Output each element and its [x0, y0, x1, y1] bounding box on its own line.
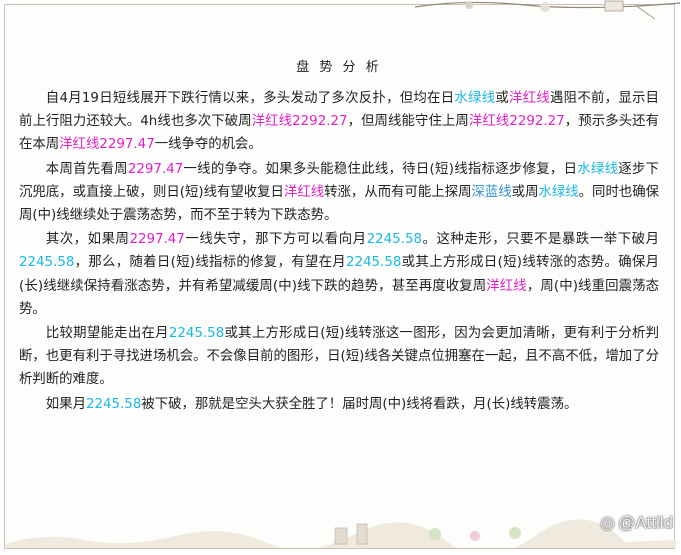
text-run: 如果月	[45, 396, 86, 412]
text-run: 一线失守，那下方可以看向月	[184, 232, 367, 248]
highlight-text: 洋红线	[283, 184, 325, 200]
highlight-text: 水绿线	[454, 91, 496, 106]
highlight-text: 水绿线	[577, 161, 619, 177]
paragraph: 比较期望能走出在月2245.58或其上方形成日(短)线转涨这一图形，因为会更加清…	[19, 322, 659, 392]
text-run: 被下破，那就是空头大获全胜了！届时周(中)线将看跌，月(长)线转震荡。	[141, 396, 578, 412]
text-run: 自4月19日短线展开下跌行情以来，多头发动了多次反扑，但均在日	[45, 91, 455, 106]
text-run: 或周	[511, 184, 539, 200]
text-run: 或	[495, 91, 510, 106]
top-decoration	[414, 0, 680, 20]
article: 盘 势 分 析 自4月19日短线展开下跌行情以来，多头发动了多次反扑，但均在日水…	[19, 61, 659, 417]
text-run: ，那么，随着日(短)线指标的修复，有望在月	[74, 255, 346, 271]
highlight-text: 洋红线2297.47	[59, 137, 155, 153]
watermark: ◎ @Attild	[600, 513, 673, 533]
text-run: 其次，如果周	[45, 232, 130, 248]
text-run: 一线争夺的机会。	[154, 137, 262, 153]
bottom-decoration	[5, 519, 676, 548]
highlight-text: 2245.58	[19, 255, 75, 271]
highlight-text: 洋红线2292.27	[468, 114, 565, 130]
text-run: 本周首先看周	[45, 161, 128, 177]
highlight-text: 2297.47	[127, 161, 184, 177]
highlight-text: 2245.58	[168, 326, 225, 342]
highlight-text: 2245.58	[366, 232, 422, 248]
highlight-text: 2245.58	[85, 396, 142, 412]
paragraph: 本周首先看周2297.47一线的争夺。如果多头能稳住此线，待日(短)线指标逐步修…	[19, 158, 659, 228]
paragraph: 如果月2245.58被下破，那就是空头大获全胜了！届时周(中)线将看跌，月(长)…	[19, 393, 659, 416]
paragraph: 其次，如果周2297.47一线失守，那下方可以看向月2245.58。这种走形，只…	[19, 228, 659, 321]
highlight-text: 洋红线	[486, 278, 527, 294]
article-title: 盘 势 分 析	[296, 60, 382, 75]
highlight-text: 洋红线2292.27	[251, 114, 348, 130]
paragraph: 自4月19日短线展开下跌行情以来，多头发动了多次反扑，但均在日水绿线或洋红线遇阻…	[19, 87, 659, 157]
highlight-text: 洋红线	[509, 91, 551, 106]
text-run: 转涨，从而有可能上探周	[324, 184, 472, 200]
text-run: ，但周线能守住上周	[347, 114, 469, 130]
article-body: 自4月19日短线展开下跌行情以来，多头发动了多次反扑，但均在日水绿线或洋红线遇阻…	[19, 87, 659, 416]
weibo-icon: ◎	[600, 513, 615, 532]
highlight-text: 深蓝线	[471, 184, 512, 200]
text-run: 。这种走形，只要不是暴跌一举下破月	[422, 232, 660, 248]
highlight-text: 2297.47	[129, 232, 185, 248]
text-run: 一线的争夺。如果多头能稳住此线，待日(短)线指标逐步修复，日	[183, 161, 578, 177]
watermark-text: @Attild	[617, 513, 673, 532]
highlight-text: 水绿线	[538, 184, 579, 200]
article-frame: 盘 势 分 析 自4月19日短线展开下跌行情以来，多头发动了多次反扑，但均在日水…	[4, 0, 680, 549]
highlight-text: 2245.58	[346, 255, 402, 271]
text-run: 比较期望能走出在月	[45, 326, 169, 342]
